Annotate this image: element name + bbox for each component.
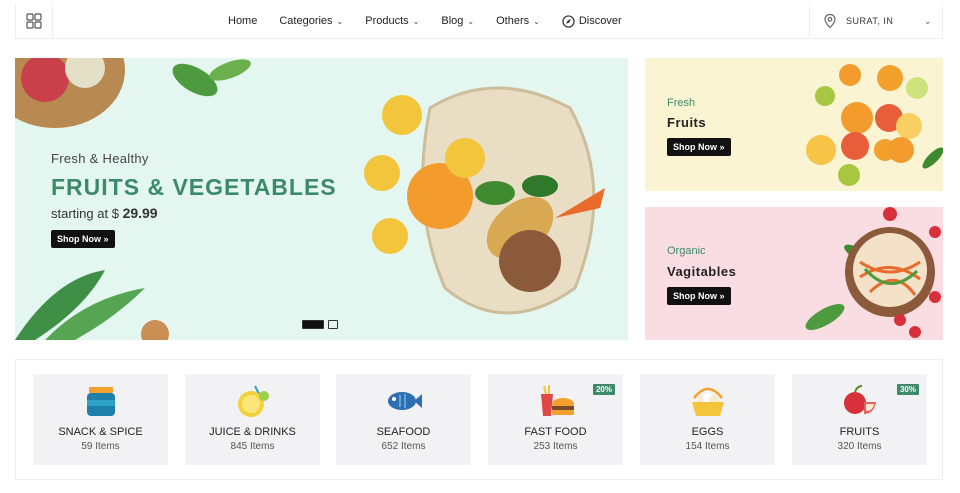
price-value: 29.99 — [122, 205, 158, 221]
apple-icon — [843, 385, 876, 414]
carousel-dot-active[interactable] — [302, 320, 324, 329]
category-card-fruits[interactable]: 30% FRUITS 320 Items — [792, 374, 927, 465]
discount-badge: 20% — [592, 384, 615, 395]
promo-title: Vagitables — [667, 264, 737, 279]
egg-basket-icon — [691, 387, 724, 416]
promo-subtitle: Fresh — [667, 97, 696, 109]
promo-fruits[interactable]: Fresh Fruits Shop Now » — [645, 58, 943, 191]
hero-subtitle: Fresh & Healthy — [51, 151, 149, 166]
category-count: 320 Items — [837, 441, 882, 452]
carousel-dot[interactable] — [328, 320, 338, 329]
category-name: FRUITS — [839, 426, 880, 438]
category-count: 59 Items — [81, 441, 120, 452]
menu-products[interactable]: Products ⌄ — [365, 15, 419, 27]
category-count: 154 Items — [685, 441, 730, 452]
menu-home[interactable]: Home — [228, 15, 257, 27]
grid-menu-button[interactable] — [15, 3, 53, 39]
category-card-eggs[interactable]: EGGS 154 Items — [640, 374, 775, 465]
category-name: SNACK & SPICE — [58, 426, 143, 438]
top-nav: Home Categories ⌄ Products ⌄ Blog ⌄ Others ⌄… — [15, 3, 943, 39]
category-name: FAST FOOD — [524, 426, 587, 438]
juice-glass-icon — [237, 385, 269, 417]
menu-label: Blog — [441, 15, 464, 27]
menu-label: Products — [365, 15, 409, 27]
promo-title: Fruits — [667, 115, 707, 130]
hero-shop-now-button[interactable]: Shop Now » — [51, 230, 115, 248]
category-strip: SNACK & SPICE 59 Items JUICE & DRINKS 84… — [15, 359, 943, 480]
menu-others[interactable]: Others ⌄ — [496, 15, 540, 27]
jar-icon — [86, 387, 115, 416]
category-count: 253 Items — [533, 441, 578, 452]
compass-icon — [562, 14, 575, 28]
chevron-down-icon: ⌄ — [923, 15, 932, 26]
fish-icon — [387, 392, 422, 410]
promo-subtitle: Organic — [667, 245, 706, 257]
promo-vegetables[interactable]: Organic Vagitables Shop Now » — [645, 207, 943, 340]
main-menu: Home Categories ⌄ Products ⌄ Blog ⌄ Others ⌄… — [228, 3, 644, 39]
menu-categories[interactable]: Categories ⌄ — [279, 15, 343, 27]
menu-label: Categories — [279, 15, 333, 27]
category-card-juice-drinks[interactable]: JUICE & DRINKS 845 Items — [185, 374, 320, 465]
category-card-seafood[interactable]: SEAFOOD 652 Items — [336, 374, 471, 465]
carousel-dots — [302, 320, 338, 329]
grid-icon — [26, 13, 42, 29]
menu-blog[interactable]: Blog ⌄ — [441, 15, 474, 27]
hero-title: FRUITS & VEGETABLES — [51, 174, 337, 200]
category-name: SEAFOOD — [376, 426, 431, 438]
menu-label: Others — [496, 15, 530, 27]
map-pin-icon — [824, 13, 836, 29]
category-name: JUICE & DRINKS — [209, 426, 296, 438]
chevron-down-icon: ⌄ — [336, 16, 344, 26]
promo-vegetables-shop-now-button[interactable]: Shop Now » — [667, 287, 731, 305]
category-card-fast-food[interactable]: 20% FAST FOOD 253 Items — [488, 374, 623, 465]
category-card-snack-spice[interactable]: SNACK & SPICE 59 Items — [33, 374, 168, 465]
fast-food-icon — [540, 385, 574, 416]
menu-discover[interactable]: Discover — [562, 14, 622, 28]
location-label: SURAT, IN — [846, 16, 894, 26]
location-selector[interactable]: SURAT, IN ⌄ — [809, 3, 943, 39]
promo-fruits-shop-now-button[interactable]: Shop Now » — [667, 138, 731, 156]
hero-banner: Fresh & Healthy FRUITS & VEGETABLES star… — [15, 58, 628, 340]
category-name: EGGS — [691, 426, 724, 438]
price-prefix: starting at $ — [51, 206, 119, 221]
chevron-down-icon: ⌄ — [412, 16, 420, 26]
chevron-down-icon: ⌄ — [467, 16, 475, 26]
menu-label: Discover — [578, 15, 622, 27]
hero-price: starting at $ 29.99 — [51, 205, 158, 221]
category-count: 845 Items — [230, 441, 275, 452]
discount-badge: 30% — [896, 384, 919, 395]
chevron-down-icon: ⌄ — [533, 16, 540, 26]
category-count: 652 Items — [381, 441, 426, 452]
menu-label: Home — [228, 15, 258, 27]
